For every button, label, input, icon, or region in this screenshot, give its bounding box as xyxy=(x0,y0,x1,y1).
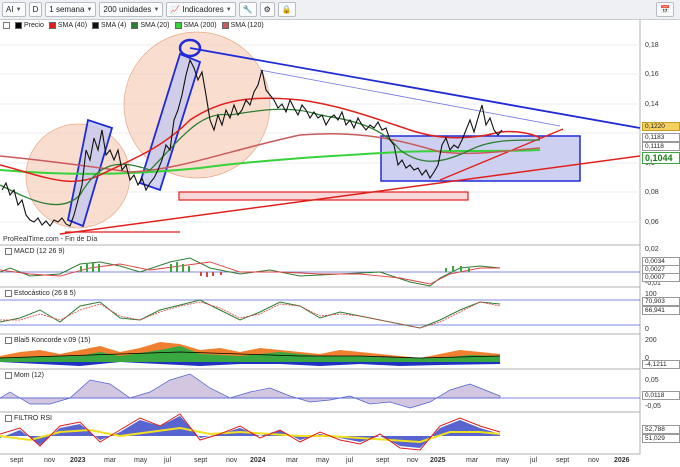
mom-badge: 0,0118 xyxy=(642,391,680,400)
stoch-badge: 66,941 xyxy=(642,306,680,315)
x-axis-label: 2024 xyxy=(250,457,266,464)
price-tick: 0,18 xyxy=(645,42,659,49)
x-axis-label: may xyxy=(496,457,510,464)
price-tick: 0,08 xyxy=(645,189,659,196)
rsi-badge: 51,029 xyxy=(642,434,680,443)
x-axis-label: nov xyxy=(407,457,419,464)
macd-panel: 0,02 0 -0,01 xyxy=(0,246,661,287)
price-badge-last: 0,1044 xyxy=(642,152,680,164)
panel-title-label: Estocástico (26 8 5) xyxy=(14,290,76,297)
panel-checkbox[interactable] xyxy=(5,337,12,344)
price-tick: 0,14 xyxy=(645,101,659,108)
x-axis-label: jul xyxy=(530,457,538,464)
macd-badge: 0,0007 xyxy=(642,273,680,282)
momentum-panel: 0,05 -0,05 xyxy=(0,373,661,410)
x-axis-label: mar xyxy=(104,457,117,464)
stoch-tick: 0 xyxy=(645,326,649,333)
x-axis-label: nov xyxy=(44,457,56,464)
x-axis-label: sept xyxy=(376,457,390,464)
koncorde-badge: -4,1211 xyxy=(642,360,680,369)
x-axis-label: jul xyxy=(164,457,172,464)
panel-checkbox[interactable] xyxy=(5,248,12,255)
rsi-badge: 52,788 xyxy=(642,425,680,434)
chart-canvas[interactable]: 0,18 0,16 0,14 0,1 0,08 0,06 0,02 0 -0,0… xyxy=(0,0,680,467)
panel-checkbox[interactable] xyxy=(5,415,12,422)
koncorde-tick: 200 xyxy=(645,337,657,344)
x-axis-label: sept xyxy=(556,457,570,464)
mom-title[interactable]: Mom (12) xyxy=(3,372,46,379)
inner-trendline xyxy=(259,69,561,127)
x-axis-label: may xyxy=(134,457,148,464)
x-axis-label: 2025 xyxy=(430,457,446,464)
price-badge-top: 0,1220 xyxy=(642,122,680,131)
koncorde-title[interactable]: Blai5 Koncorde v.09 (15) xyxy=(3,337,93,344)
stochastic-panel: 100 0 xyxy=(0,291,657,333)
panel-checkbox[interactable] xyxy=(5,372,12,379)
koncorde-panel: 200 0 xyxy=(0,337,657,366)
price-tick: 0,06 xyxy=(645,219,659,226)
x-axis-label: 2026 xyxy=(614,457,630,464)
x-axis-label: sept xyxy=(194,457,208,464)
data-source-label: ProRealTime.com - Fin de Día xyxy=(3,236,98,243)
panel-checkbox[interactable] xyxy=(5,290,12,297)
stoch-badge: 70,903 xyxy=(642,297,680,306)
rsi-panel xyxy=(0,413,501,451)
x-axis-label: mar xyxy=(466,457,479,464)
x-axis-label: 2023 xyxy=(70,457,86,464)
range-box xyxy=(380,135,581,182)
price-badge-mid1: 0,1183 xyxy=(642,133,680,142)
rsi-title[interactable]: FILTRO RSI xyxy=(3,415,54,422)
x-axis-label: nov xyxy=(226,457,238,464)
x-axis-label: jul xyxy=(346,457,354,464)
x-axis-label: nov xyxy=(588,457,600,464)
x-axis-label: mar xyxy=(286,457,299,464)
panel-title-label: MACD (12 26 9) xyxy=(14,248,65,255)
stoch-title[interactable]: Estocástico (26 8 5) xyxy=(3,290,78,297)
price-badge-mid2: 0,1118 xyxy=(642,142,680,151)
price-tick: 0,16 xyxy=(645,71,659,78)
macd-tick: 0,02 xyxy=(645,246,659,253)
panel-title-label: Blai5 Koncorde v.09 (15) xyxy=(14,337,91,344)
mom-tick: -0,05 xyxy=(645,403,661,410)
panel-title-label: FILTRO RSI xyxy=(14,415,52,422)
mom-tick: 0,05 xyxy=(645,377,659,384)
x-axis-label: may xyxy=(316,457,330,464)
panel-title-label: Mom (12) xyxy=(14,372,44,379)
x-axis-label: sept xyxy=(10,457,24,464)
macd-title[interactable]: MACD (12 26 9) xyxy=(3,248,67,255)
